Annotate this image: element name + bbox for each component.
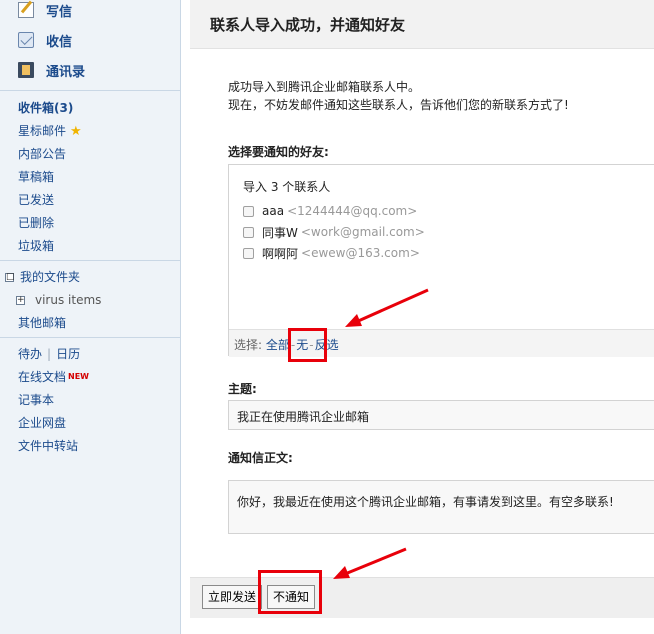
contact-row[interactable]: 啊啊阿 <ewew@163.com> [243, 244, 420, 262]
page-header: 联系人导入成功，并通知好友 [190, 0, 654, 49]
contact-email: <ewew@163.com> [301, 246, 420, 260]
sidebar-item-inbox-folder[interactable]: 收件箱(3) [18, 98, 73, 118]
sidebar-item-other-mail[interactable]: 其他邮箱 [18, 313, 66, 333]
page-title: 联系人导入成功，并通知好友 [210, 16, 406, 34]
contact-name: 啊啊阿 [262, 246, 299, 261]
my-folders-label: 我的文件夹 [20, 270, 81, 284]
virus-items-label: virus items [35, 293, 102, 307]
sidebar: 写信 收信 通讯录 收件箱(3) 星标邮件 ★ 内部公告 草稿箱 已发送 已删除 … [0, 0, 181, 634]
collapse-toggle-icon[interactable]: □ [5, 273, 15, 282]
subject-label: 主题: [228, 382, 257, 396]
sidebar-item-spam[interactable]: 垃圾箱 [18, 236, 54, 256]
contact-row[interactable]: 同事W <work@gmail.com> [243, 223, 425, 241]
sidebar-item-virus-items[interactable]: + virus items [16, 290, 101, 310]
body-textarea[interactable]: 你好，我最近在使用这个腾讯企业邮箱，有事请发到这里。有空多联系! [228, 480, 654, 534]
select-all-link[interactable]: 全部 [266, 338, 290, 352]
sidebar-item-file-transfer[interactable]: 文件中转站 [18, 436, 78, 456]
separator: | [47, 347, 52, 361]
starred-label: 星标邮件 [18, 124, 67, 138]
sidebar-divider [0, 90, 180, 91]
inbox-icon [18, 32, 34, 48]
sidebar-tools-row: 待办 | 日历 [18, 344, 80, 364]
inbox-button[interactable]: 收信 [18, 27, 72, 53]
main-panel: 联系人导入成功，并通知好友 成功导入到腾讯企业邮箱联系人中。 现在，不妨发邮件通… [190, 0, 654, 634]
contact-name: 同事W [262, 225, 298, 240]
contact-checkbox[interactable] [243, 247, 254, 259]
sidebar-item-disk[interactable]: 企业网盘 [18, 413, 66, 433]
action-footer: 立即发送 不通知 [190, 577, 654, 618]
select-separator: - [290, 338, 296, 352]
choose-friends-label: 选择要通知的好友: [228, 145, 329, 159]
body-label: 通知信正文: [228, 451, 293, 465]
sidebar-item-my-folders[interactable]: □ 我的文件夹 [5, 267, 80, 287]
sidebar-item-announcements[interactable]: 内部公告 [18, 144, 66, 164]
address-book-icon [18, 62, 34, 78]
sidebar-item-drafts[interactable]: 草稿箱 [18, 167, 54, 187]
sidebar-item-deleted[interactable]: 已删除 [18, 213, 54, 233]
sidebar-divider [0, 260, 180, 261]
contact-row[interactable]: aaa <1244444@qq.com> [243, 202, 417, 220]
select-invert-link[interactable]: 反选 [315, 338, 339, 352]
select-label: 选择: [234, 338, 263, 352]
sidebar-item-online-docs[interactable]: 在线文档 NEW [18, 367, 89, 387]
contact-email: <1244444@qq.com> [287, 204, 418, 218]
import-count: 导入 3 个联系人 [243, 180, 331, 194]
sidebar-item-sent[interactable]: 已发送 [18, 190, 54, 210]
compose-label: 写信 [46, 4, 73, 20]
sidebar-item-starred[interactable]: 星标邮件 ★ [18, 121, 82, 141]
inbox-label: 收信 [46, 34, 73, 50]
sidebar-item-calendar[interactable]: 日历 [56, 347, 80, 361]
address-book-button[interactable]: 通讯录 [18, 57, 85, 83]
subject-input[interactable]: 我正在使用腾讯企业邮箱 [228, 400, 654, 430]
compose-pencil-icon [18, 2, 34, 18]
success-message: 成功导入到腾讯企业邮箱联系人中。 [228, 80, 421, 94]
select-bar: 选择: 全部-无-反选 [229, 329, 654, 357]
select-separator: - [309, 338, 314, 352]
contact-name: aaa [262, 204, 285, 218]
sidebar-item-notebook[interactable]: 记事本 [18, 390, 54, 410]
no-notify-button[interactable]: 不通知 [267, 585, 316, 609]
contact-checkbox[interactable] [243, 205, 254, 217]
star-icon: ★ [70, 124, 82, 139]
contact-checkbox[interactable] [243, 226, 254, 238]
select-none-link[interactable]: 无 [296, 338, 308, 352]
compose-button[interactable]: 写信 [18, 0, 72, 23]
expand-toggle-icon[interactable]: + [16, 296, 25, 305]
send-now-button[interactable]: 立即发送 [202, 585, 263, 609]
sidebar-divider [0, 337, 180, 338]
notify-hint-message: 现在，不妨发邮件通知这些联系人，告诉他们您的新联系方式了! [228, 98, 569, 112]
friends-list-box: 导入 3 个联系人 aaa <1244444@qq.com> 同事W <work… [228, 164, 654, 357]
contact-email: <work@gmail.com> [300, 225, 425, 239]
new-badge: NEW [68, 372, 89, 381]
online-docs-label: 在线文档 [18, 370, 67, 384]
address-book-label: 通讯录 [46, 64, 86, 80]
sidebar-item-todo[interactable]: 待办 [18, 347, 42, 361]
